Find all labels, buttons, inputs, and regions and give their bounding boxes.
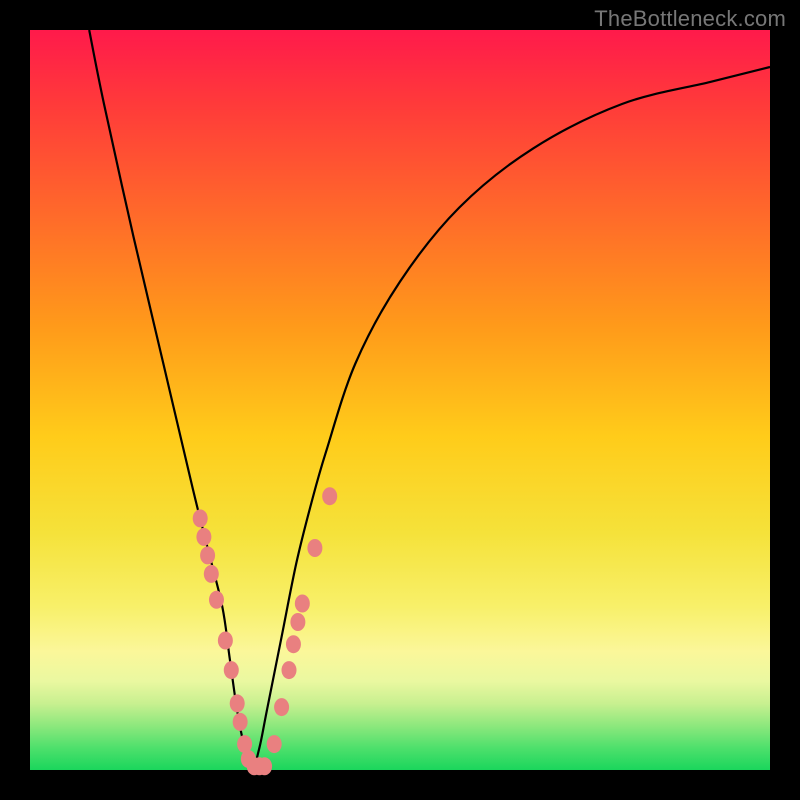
data-marker bbox=[218, 632, 233, 650]
data-marker bbox=[286, 635, 301, 653]
data-marker bbox=[193, 509, 208, 527]
data-marker bbox=[282, 661, 297, 679]
curve-markers bbox=[193, 487, 338, 775]
data-marker bbox=[196, 528, 211, 546]
data-marker bbox=[295, 595, 310, 613]
data-marker bbox=[224, 661, 239, 679]
curve-line bbox=[89, 30, 770, 770]
data-marker bbox=[290, 613, 305, 631]
chart-frame: TheBottleneck.com bbox=[0, 0, 800, 800]
data-marker bbox=[200, 546, 215, 564]
watermark-text: TheBottleneck.com bbox=[594, 6, 786, 32]
data-marker bbox=[307, 539, 322, 557]
data-marker bbox=[233, 713, 248, 731]
data-marker bbox=[204, 565, 219, 583]
data-marker bbox=[257, 757, 272, 775]
data-marker bbox=[274, 698, 289, 716]
plot-area bbox=[30, 30, 770, 770]
data-marker bbox=[267, 735, 282, 753]
curve-path bbox=[89, 30, 770, 770]
data-marker bbox=[322, 487, 337, 505]
data-marker bbox=[230, 694, 245, 712]
data-marker bbox=[209, 591, 224, 609]
chart-svg bbox=[30, 30, 770, 770]
